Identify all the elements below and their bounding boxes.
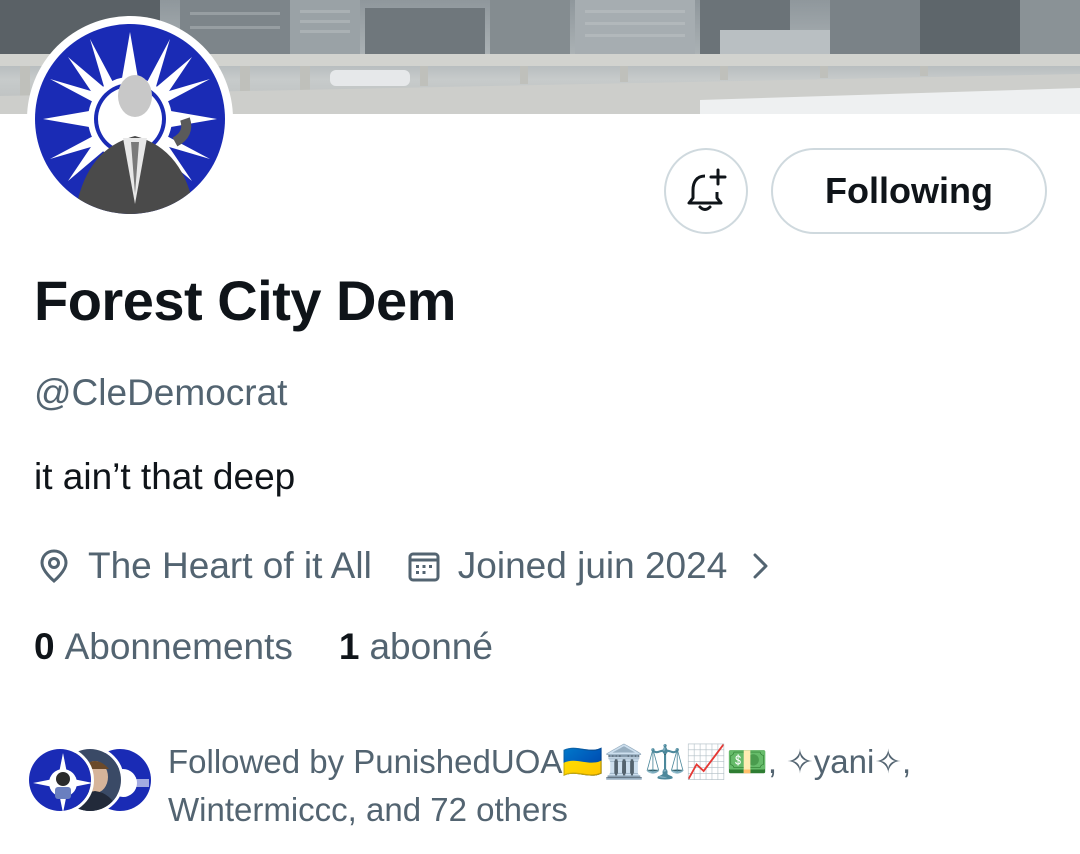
calendar-icon	[404, 546, 444, 586]
following-stat[interactable]: 0 Abonnements	[34, 626, 293, 668]
profile-avatar[interactable]	[27, 16, 233, 222]
profile-bio: it ain’t that deep	[34, 456, 296, 497]
following-count: 0	[34, 626, 55, 667]
location-text: The Heart of it All	[88, 545, 372, 586]
profile-stats: 0 Abonnements 1 abonné	[34, 626, 493, 668]
following-label: Abonnements	[64, 626, 293, 667]
joined-item[interactable]: Joined juin 2024	[404, 545, 772, 587]
followers-you-know-avatars	[26, 746, 156, 816]
location-pin-icon	[34, 546, 74, 586]
chevron-right-icon[interactable]	[751, 551, 771, 581]
notify-button[interactable]	[664, 148, 748, 234]
profile-handle: @CleDemocrat	[34, 372, 288, 413]
followed-by-text: Followed by PunishedUOA🇺🇦🏛️⚖️📈💵, ✧yani✧,…	[168, 738, 1048, 834]
profile-meta: The Heart of it All Joined juin 2024	[34, 540, 771, 592]
location-item: The Heart of it All	[34, 545, 372, 587]
mini-avatar	[26, 746, 94, 814]
followers-stat[interactable]: 1 abonné	[339, 626, 493, 668]
followers-count: 1	[338, 626, 360, 667]
avatar-image	[35, 24, 225, 214]
followed-by-line-1: Followed by PunishedUOA🇺🇦🏛️⚖️📈💵, ✧yani✧,	[168, 743, 912, 780]
followed-by-line-2: Wintermiccc, and 72 others	[168, 791, 568, 828]
bell-plus-icon	[687, 168, 727, 211]
joined-text: Joined juin 2024	[457, 545, 728, 586]
followers-label: abonné	[369, 626, 493, 667]
following-button[interactable]: Following	[771, 148, 1047, 234]
display-name: Forest City Dem	[34, 269, 456, 332]
followed-by[interactable]: Followed by PunishedUOA🇺🇦🏛️⚖️📈💵, ✧yani✧,…	[26, 740, 1066, 840]
